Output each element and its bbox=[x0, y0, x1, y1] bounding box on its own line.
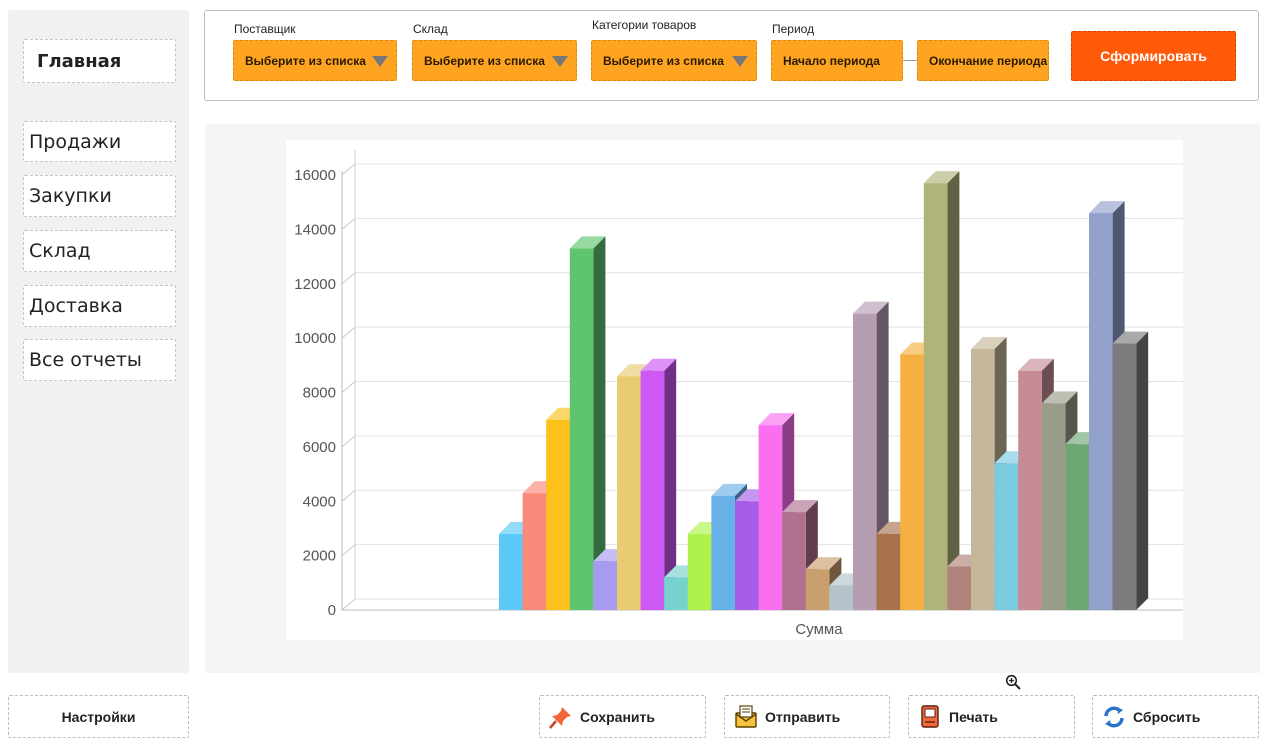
y-tick-label: 12000 bbox=[294, 276, 336, 293]
grid-line-side bbox=[341, 217, 356, 230]
bar bbox=[569, 236, 606, 610]
y-tick-label: 2000 bbox=[303, 548, 336, 565]
supplier-dropdown-value: Выберите из списка bbox=[245, 53, 366, 68]
category-dropdown[interactable]: Выберите из списка bbox=[591, 40, 757, 81]
save-button[interactable]: Сохранить bbox=[539, 695, 706, 738]
grid-line-side bbox=[341, 435, 356, 448]
bar-front bbox=[499, 533, 523, 610]
pin-icon bbox=[549, 706, 571, 729]
grid-line-side bbox=[341, 381, 356, 393]
bar-front bbox=[782, 512, 806, 610]
grid-line-side bbox=[341, 598, 356, 611]
bar-side bbox=[947, 171, 960, 610]
bar-front bbox=[758, 425, 783, 610]
sidebar-item-all-reports[interactable]: Все отчеты bbox=[23, 339, 176, 381]
bar-front bbox=[805, 569, 830, 610]
bar-front bbox=[1112, 343, 1137, 610]
sidebar: Главная Продажи Закупки Склад Доставка В… bbox=[8, 10, 189, 673]
dropdown-arrow-icon bbox=[372, 56, 388, 67]
bar-front bbox=[876, 533, 901, 610]
zoom-in-icon[interactable] bbox=[1005, 674, 1021, 690]
bar-front bbox=[994, 463, 1019, 610]
refresh-icon bbox=[1104, 706, 1124, 727]
bar-chart: 0 2000 4000 6000 8000 10000 12000 14000 16000 Су… bbox=[286, 140, 1183, 640]
warehouse-dropdown[interactable]: Выберите из списка bbox=[412, 40, 577, 81]
chart-area: 0 2000 4000 6000 8000 10000 12000 14000 16000 Су… bbox=[205, 124, 1260, 673]
bar-front bbox=[640, 370, 665, 610]
y-tick-label: 14000 bbox=[294, 221, 336, 238]
y-tick-label: 6000 bbox=[303, 439, 336, 456]
print-button-label: Печать bbox=[949, 708, 998, 725]
bar-front bbox=[546, 419, 570, 610]
sidebar-item-sales[interactable]: Продажи bbox=[23, 121, 176, 162]
bar-front bbox=[829, 585, 853, 610]
bar bbox=[1112, 331, 1149, 610]
bar-front bbox=[687, 533, 712, 610]
sidebar-item-home[interactable]: Главная bbox=[23, 39, 176, 83]
sidebar-item-delivery[interactable]: Доставка bbox=[23, 285, 176, 327]
bar-front bbox=[593, 561, 617, 610]
category-label: Категории товаров bbox=[592, 18, 697, 32]
sidebar-item-purchases[interactable]: Закупки bbox=[23, 175, 176, 217]
period-label: Период bbox=[772, 22, 815, 36]
period-start-field[interactable]: Начало периода bbox=[771, 40, 903, 81]
book-icon bbox=[921, 704, 939, 728]
period-separator bbox=[903, 60, 917, 61]
bar-front bbox=[947, 566, 971, 610]
y-tick-label: 10000 bbox=[294, 330, 336, 347]
generate-button[interactable]: Сформировать bbox=[1071, 31, 1236, 81]
y-tick-label: 4000 bbox=[303, 493, 336, 510]
grid-line-side bbox=[341, 544, 356, 557]
grid-line-side bbox=[341, 163, 356, 176]
sidebar-item-warehouse[interactable]: Склад bbox=[23, 230, 176, 272]
print-button[interactable]: Печать bbox=[908, 695, 1075, 738]
save-button-label: Сохранить bbox=[580, 708, 655, 725]
supplier-dropdown[interactable]: Выберите из списка bbox=[233, 40, 397, 81]
bar-front bbox=[923, 183, 948, 610]
bar-front bbox=[522, 493, 547, 610]
grid-line-side bbox=[341, 272, 356, 285]
warehouse-label: Склад bbox=[413, 22, 448, 36]
send-button-label: Отправить bbox=[765, 708, 841, 725]
send-button[interactable]: Отправить bbox=[724, 695, 890, 738]
dropdown-arrow-icon bbox=[552, 56, 568, 67]
grid-line-side bbox=[341, 326, 356, 339]
y-tick-label: 0 bbox=[328, 602, 336, 619]
bar-side bbox=[1136, 331, 1149, 610]
reset-button[interactable]: Сбросить bbox=[1092, 695, 1259, 738]
bar-front bbox=[971, 349, 995, 610]
filter-panel: Поставщик Выберите из списка Склад Выбер… bbox=[204, 10, 1259, 101]
settings-button[interactable]: Настройки bbox=[8, 695, 189, 738]
x-axis-label: Сумма bbox=[795, 621, 843, 638]
bar-front bbox=[735, 501, 759, 610]
bar-front bbox=[900, 354, 924, 610]
mail-icon bbox=[735, 704, 757, 728]
y-tick-label: 8000 bbox=[303, 385, 336, 402]
y-tick-label: 16000 bbox=[294, 167, 336, 184]
bar-front bbox=[853, 313, 877, 610]
bar-front bbox=[617, 376, 641, 610]
bar-front bbox=[1018, 370, 1042, 610]
dropdown-arrow-icon bbox=[732, 56, 748, 67]
reset-button-label: Сбросить bbox=[1133, 708, 1201, 725]
bar-front bbox=[664, 577, 688, 610]
bar-front bbox=[569, 248, 594, 610]
bar-front bbox=[1065, 444, 1089, 610]
period-end-field[interactable]: Окончание периода bbox=[917, 40, 1049, 81]
supplier-label: Поставщик bbox=[234, 22, 296, 36]
warehouse-dropdown-value: Выберите из списка bbox=[424, 53, 545, 68]
bar bbox=[923, 171, 960, 610]
bar-front bbox=[711, 495, 735, 610]
bar-front bbox=[1089, 213, 1113, 610]
category-dropdown-value: Выберите из списка bbox=[603, 53, 724, 68]
grid-line-side bbox=[341, 489, 356, 502]
bar-front bbox=[1041, 403, 1066, 610]
